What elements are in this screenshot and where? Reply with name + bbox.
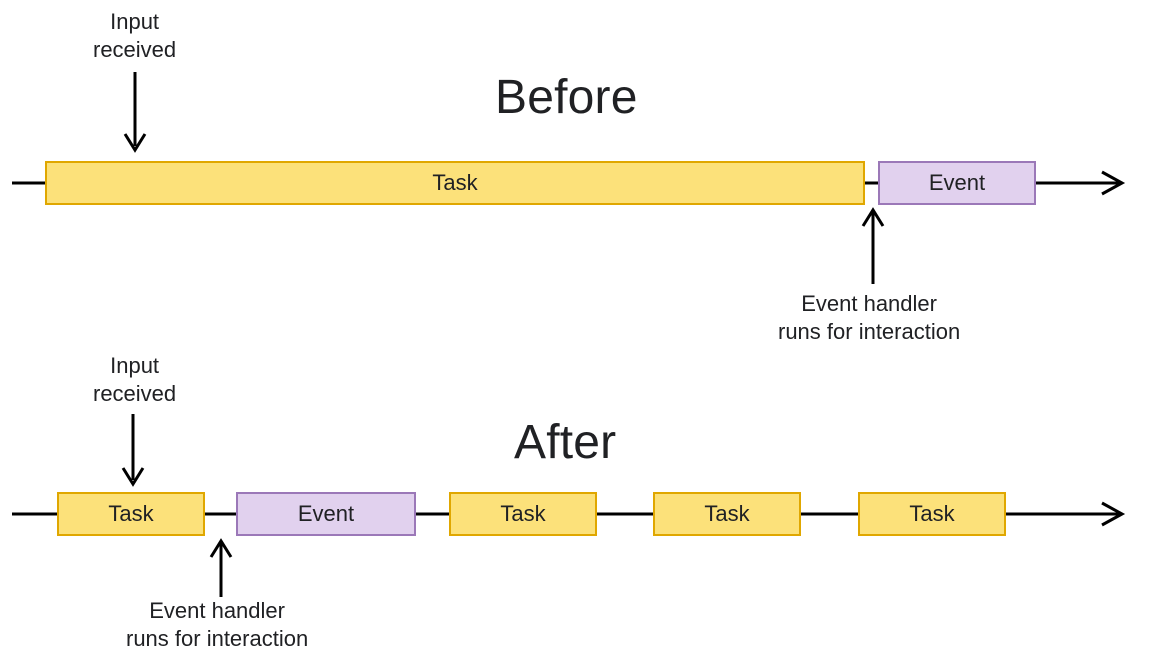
before-task-block: Task [45, 161, 865, 205]
title-after: After [514, 415, 616, 470]
before-event-arrow [858, 208, 888, 288]
before-input-received-label: Input received [93, 8, 176, 63]
after-input-arrow [118, 414, 148, 494]
task-label: Task [500, 501, 545, 527]
after-input-received-label: Input received [93, 352, 176, 407]
after-task-block-4: Task [858, 492, 1006, 536]
before-event-block: Event [878, 161, 1036, 205]
after-task-block-2: Task [449, 492, 597, 536]
after-event-handler-label: Event handler runs for interaction [126, 597, 308, 652]
task-label: Task [108, 501, 153, 527]
after-event-arrow [206, 539, 236, 601]
before-event-handler-label: Event handler runs for interaction [778, 290, 960, 345]
after-task-block-1: Task [57, 492, 205, 536]
before-input-arrow [120, 72, 150, 162]
title-before: Before [495, 70, 638, 125]
task-label: Task [909, 501, 954, 527]
task-label: Task [704, 501, 749, 527]
after-task-block-3: Task [653, 492, 801, 536]
event-label: Event [298, 501, 354, 527]
after-event-block: Event [236, 492, 416, 536]
event-label: Event [929, 170, 985, 196]
task-label: Task [432, 170, 477, 196]
